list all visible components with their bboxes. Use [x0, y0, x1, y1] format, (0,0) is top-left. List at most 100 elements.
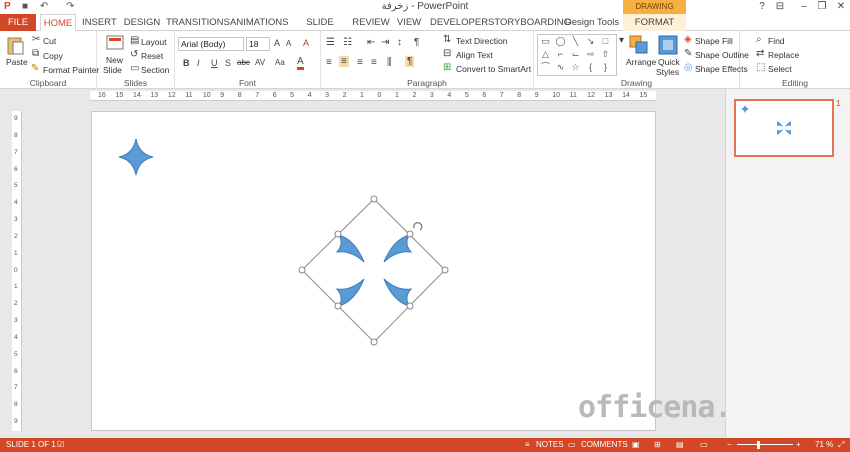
replace-button[interactable]: Replace: [768, 50, 799, 60]
shape-effects-icon[interactable]: ◎: [684, 62, 693, 73]
zoom-slider-thumb[interactable]: [757, 441, 760, 449]
tab-storyboarding[interactable]: STORYBOARDING: [488, 14, 571, 31]
columns-icon[interactable]: ⫼: [387, 57, 392, 68]
rectangle-shape-icon[interactable]: ▭: [538, 35, 553, 48]
tab-transitions[interactable]: TRANSITIONS: [166, 14, 230, 31]
text-direction-rtl-icon[interactable]: ¶: [405, 56, 415, 67]
slideshow-view-icon[interactable]: ▭: [700, 440, 708, 449]
brace-right-shape-icon[interactable]: }: [598, 61, 613, 74]
align-center-icon[interactable]: ≡: [339, 56, 349, 67]
increase-indent-icon[interactable]: ⇥: [381, 37, 389, 48]
oval-shape-icon[interactable]: ◯: [553, 35, 568, 48]
reading-view-icon[interactable]: ▤: [676, 440, 684, 449]
ribbon-display-options-icon[interactable]: ⊟: [771, 0, 789, 14]
font-size-dropdown[interactable]: 18: [246, 37, 270, 51]
tab-insert[interactable]: INSERT: [82, 14, 117, 31]
bullets-icon[interactable]: ☰: [326, 37, 335, 48]
numbering-icon[interactable]: ☷: [343, 37, 352, 48]
quick-styles-button[interactable]: Quick: [658, 57, 680, 67]
bold-button[interactable]: B: [183, 58, 190, 68]
tab-slide-show[interactable]: SLIDE SHOW: [294, 14, 346, 45]
format-painter-button[interactable]: Format Painter: [43, 65, 99, 75]
reset-button[interactable]: Reset: [141, 51, 163, 61]
quick-styles-icon[interactable]: [658, 35, 678, 55]
restore-button[interactable]: ❐: [813, 0, 831, 14]
elbow-shape-icon[interactable]: ⌙: [568, 48, 583, 61]
rtl-icon[interactable]: ¶: [414, 37, 419, 48]
find-button[interactable]: Find: [768, 36, 785, 46]
brace-shape-icon[interactable]: {: [583, 61, 598, 74]
align-text-icon[interactable]: ⊟: [443, 48, 451, 59]
shape-fill-icon[interactable]: ◈: [684, 34, 692, 45]
smartart-icon[interactable]: ⊞: [443, 62, 451, 73]
tab-design[interactable]: DESIGN: [122, 14, 162, 31]
tab-format[interactable]: FORMAT: [623, 14, 686, 31]
curve-shape-icon[interactable]: ⌒: [538, 61, 553, 74]
arrange-icon[interactable]: [629, 35, 649, 55]
slide-sorter-icon[interactable]: ⊞: [654, 440, 661, 449]
horizontal-ruler[interactable]: 16 15 14 13 12 11 10 9 8 7 6 5 4 3 2 1 0 1 2 3 4 5 6 7 8 9 10 11 12 1…: [90, 91, 656, 101]
triangle-shape-icon[interactable]: △: [538, 48, 553, 61]
tab-home[interactable]: HOME: [40, 14, 76, 32]
up-arrow-shape-icon[interactable]: ⇧: [598, 48, 613, 61]
tab-file[interactable]: FILE: [0, 14, 36, 31]
shapes-more-icon[interactable]: ▾: [619, 35, 624, 46]
slide-thumbnail[interactable]: [734, 99, 834, 157]
align-left-icon[interactable]: ≡: [326, 57, 332, 68]
decrease-indent-icon[interactable]: ⇤: [367, 37, 375, 48]
cut-button[interactable]: Cut: [43, 36, 56, 46]
new-slide-button[interactable]: New: [106, 55, 123, 65]
strikethrough-button[interactable]: abc: [237, 58, 250, 67]
layout-icon[interactable]: ▤: [130, 35, 139, 46]
tab-view[interactable]: VIEW: [394, 14, 424, 31]
tab-developer[interactable]: DEVELOPER: [430, 14, 488, 31]
copy-button[interactable]: Copy: [43, 51, 63, 61]
zoom-in-button[interactable]: +: [796, 440, 801, 449]
line-spacing-icon[interactable]: ↕: [397, 37, 402, 48]
star-shape-icon[interactable]: ☆: [568, 61, 583, 74]
shape-outline-icon[interactable]: ✎: [684, 48, 692, 59]
text-direction-button[interactable]: Text Direction: [456, 36, 508, 46]
help-icon[interactable]: ?: [753, 0, 771, 14]
tab-animations[interactable]: ANIMATIONS: [230, 14, 288, 31]
select-button[interactable]: Select: [768, 64, 792, 74]
square-shape-icon[interactable]: □: [598, 35, 613, 48]
cut-icon[interactable]: ✂: [32, 34, 40, 45]
arrow-shape-icon[interactable]: ↘: [583, 35, 598, 48]
italic-button[interactable]: I: [197, 58, 200, 68]
reset-icon[interactable]: ↺: [130, 49, 138, 60]
character-spacing-button[interactable]: AV: [255, 58, 265, 67]
line-shape-icon[interactable]: ╲: [568, 35, 583, 48]
shape-fill-button[interactable]: Shape Fill: [695, 36, 733, 46]
change-case-button[interactable]: Aa: [275, 58, 285, 67]
convert-smartart-button[interactable]: Convert to SmartArt: [456, 64, 531, 74]
freeform-shape-icon[interactable]: ∿: [553, 61, 568, 74]
find-icon[interactable]: ⌕: [756, 34, 762, 45]
underline-button[interactable]: U: [211, 58, 218, 68]
slide-canvas[interactable]: [91, 111, 656, 431]
notes-button[interactable]: NOTES: [536, 440, 564, 449]
normal-view-icon[interactable]: ▣: [632, 440, 640, 449]
select-icon[interactable]: ⬚: [756, 62, 765, 73]
callout-shape-icon[interactable]: ⌐: [553, 48, 568, 61]
font-color-button[interactable]: A: [297, 57, 304, 70]
justify-icon[interactable]: ≡: [371, 57, 377, 68]
clear-formatting-icon[interactable]: A: [303, 38, 309, 48]
shapes-gallery[interactable]: ▭ ◯ ╲ ↘ □ △ ⌐ ⌙ ⇨ ⇧ ⌒ ∿ ☆{}: [537, 34, 617, 76]
zoom-level[interactable]: 71 %: [815, 440, 833, 449]
arrange-button[interactable]: Arrange: [626, 57, 656, 67]
grow-font-icon[interactable]: A: [274, 38, 280, 48]
align-right-icon[interactable]: ≡: [357, 57, 363, 68]
section-icon[interactable]: ▭: [130, 63, 139, 74]
shrink-font-icon[interactable]: A: [286, 39, 291, 48]
zoom-slider-track[interactable]: [737, 444, 793, 445]
comments-icon[interactable]: ▭: [568, 440, 576, 449]
layout-button[interactable]: Layout: [141, 37, 167, 47]
text-shadow-button[interactable]: S: [225, 58, 231, 68]
section-button[interactable]: Section: [141, 65, 169, 75]
paste-button[interactable]: Paste: [6, 57, 28, 67]
comments-button[interactable]: COMMENTS: [581, 440, 628, 449]
tab-design-tools[interactable]: Design Tools: [564, 14, 620, 31]
paste-icon[interactable]: [6, 35, 24, 55]
notes-icon[interactable]: ≡: [525, 440, 530, 449]
